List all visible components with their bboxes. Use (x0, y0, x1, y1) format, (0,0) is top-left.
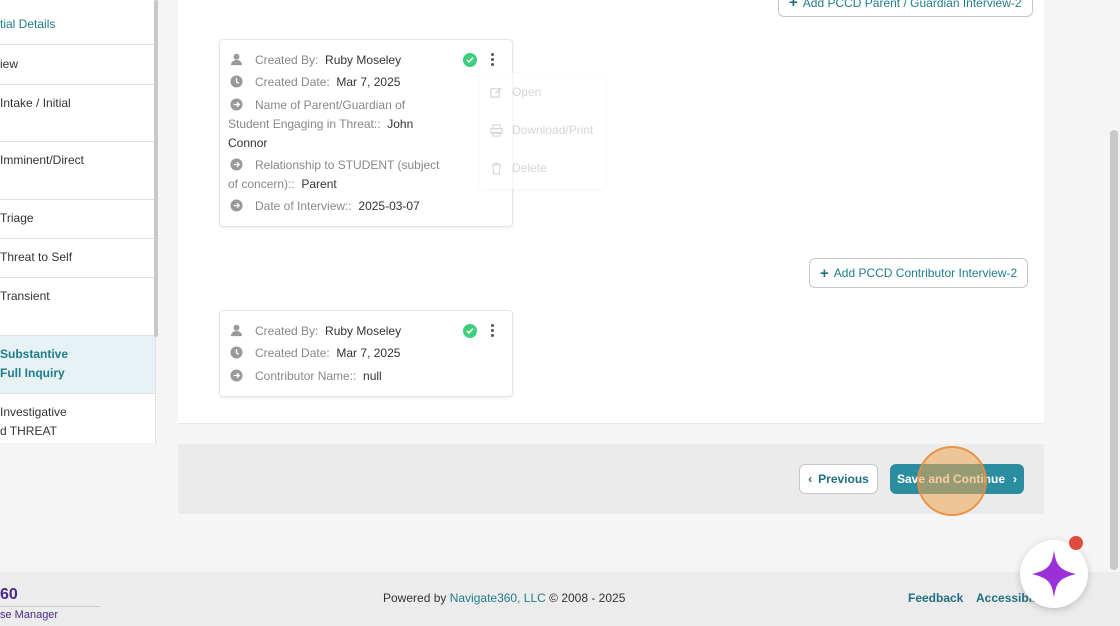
menu-item-open[interactable]: Open (490, 85, 541, 99)
sidebar-item-intake[interactable]: Intake / Initial (0, 85, 155, 142)
sidebar-item-investigative[interactable]: Investigative d THREAT (0, 394, 155, 443)
created-by-row: Created By: Ruby Moseley (230, 51, 401, 70)
assistant-button[interactable] (1020, 540, 1088, 608)
interview-date-row: Date of Interview:: 2025-03-07 (230, 197, 490, 216)
arrow-circle-icon (230, 98, 243, 111)
relationship-row-2: of concern):: Parent (228, 177, 337, 191)
sidebar-item-threat-to-self[interactable]: Threat to Self (0, 239, 155, 278)
contributor-name-row: Contributor Name:: null (230, 367, 382, 386)
clock-icon (230, 346, 243, 359)
feedback-link[interactable]: Feedback (908, 591, 963, 605)
parent-name-row: Name of Parent/Guardian of (230, 96, 430, 115)
sidebar-item-review[interactable]: iew (0, 45, 155, 85)
main-panel: + Add PCCD Parent / Guardian Interview-2… (178, 0, 1044, 424)
check-icon (463, 324, 477, 338)
printer-icon (490, 124, 503, 137)
plus-icon: + (789, 0, 798, 11)
sidebar-scrollbar[interactable] (154, 0, 158, 337)
add-contributor-interview-button[interactable]: + Add PCCD Contributor Interview-2 (809, 258, 1029, 288)
page-scrollbar[interactable] (1110, 130, 1118, 570)
plus-icon: + (820, 264, 829, 282)
clock-icon (230, 75, 243, 88)
check-icon (463, 53, 477, 67)
sidebar-item-transient[interactable]: Transient (0, 278, 155, 336)
card-actions-menu: Open Download/Print Delete (480, 73, 605, 189)
save-and-continue-button[interactable]: Save and Continue › (890, 464, 1024, 494)
sidebar-item-substantive[interactable]: Substantive Full Inquiry (0, 336, 155, 394)
kebab-menu-icon[interactable] (487, 324, 497, 338)
sidebar-item-initial-details[interactable]: tial Details (0, 0, 155, 45)
navigate360-link[interactable]: Navigate360, LLC (450, 591, 546, 605)
created-date-row: Created Date: Mar 7, 2025 (230, 73, 400, 92)
parent-interview-card: Created By: Ruby Moseley Created Date: M… (219, 39, 513, 227)
menu-item-download[interactable]: Download/Print (490, 123, 593, 137)
sidebar-item-imminent[interactable]: Imminent/Direct (0, 142, 155, 200)
arrow-circle-icon (230, 158, 243, 171)
powered-by-text: Powered by Navigate360, LLC © 2008 - 202… (383, 591, 626, 605)
trash-icon (491, 162, 502, 175)
sidebar-nav: tial Details iew Intake / Initial Immine… (0, 0, 156, 443)
chevron-left-icon: ‹ (808, 472, 813, 486)
parent-name-row-3: Connor (228, 136, 268, 150)
notification-badge (1069, 536, 1083, 550)
parent-name-row-2: Student Engaging in Threat:: John (228, 117, 414, 131)
brand-logo: 60 (0, 586, 18, 603)
created-by-row: Created By: Ruby Moseley (230, 322, 401, 341)
brand-subtitle: se Manager (0, 606, 100, 621)
add-parent-interview-button[interactable]: + Add PCCD Parent / Guardian Interview-2 (778, 0, 1033, 17)
chevron-right-icon: › (1013, 472, 1018, 486)
created-date-row: Created Date: Mar 7, 2025 (230, 344, 400, 363)
arrow-circle-icon (230, 199, 243, 212)
arrow-circle-icon (230, 369, 243, 382)
user-icon (230, 324, 243, 337)
previous-button[interactable]: ‹ Previous (799, 464, 878, 494)
contributor-interview-card: Created By: Ruby Moseley Created Date: M… (219, 310, 513, 397)
relationship-row: Relationship to STUDENT (subject (230, 156, 490, 175)
edit-icon (490, 87, 502, 98)
form-action-bar: ‹ Previous Save and Continue › (178, 444, 1044, 514)
kebab-menu-icon[interactable] (487, 53, 497, 67)
sparkle-icon (1032, 550, 1076, 598)
user-icon (230, 53, 243, 66)
menu-item-delete[interactable]: Delete (490, 161, 547, 175)
sidebar-item-triage[interactable]: Triage (0, 200, 155, 239)
page-footer: 60 se Manager Powered by Navigate360, LL… (0, 572, 1120, 626)
